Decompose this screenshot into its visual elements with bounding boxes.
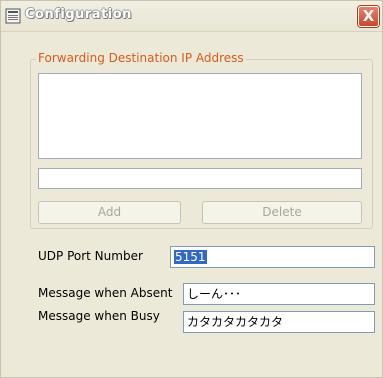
forwarding-group-label: Forwarding Destination IP Address <box>36 51 246 65</box>
absent-message-input[interactable]: しーん･･･ <box>183 283 375 305</box>
udp-port-label: UDP Port Number <box>38 249 143 263</box>
title-bar[interactable]: Configuration X <box>1 1 382 32</box>
ip-address-input[interactable] <box>38 168 362 189</box>
window-title: Configuration <box>25 7 132 22</box>
udp-port-input[interactable]: 5151 <box>170 246 375 268</box>
delete-button[interactable]: Delete <box>202 201 362 224</box>
udp-port-value: 5151 <box>174 250 207 264</box>
app-icon <box>5 8 21 24</box>
ip-address-list[interactable] <box>38 73 362 159</box>
configuration-window: Configuration X Forwarding Destination I… <box>0 0 383 378</box>
add-button[interactable]: Add <box>38 201 181 224</box>
busy-message-label: Message when Busy <box>38 309 160 323</box>
absent-message-label: Message when Absent <box>38 286 173 300</box>
busy-message-input[interactable]: カタカタカタカタ <box>183 311 375 333</box>
close-button[interactable]: X <box>358 6 379 27</box>
